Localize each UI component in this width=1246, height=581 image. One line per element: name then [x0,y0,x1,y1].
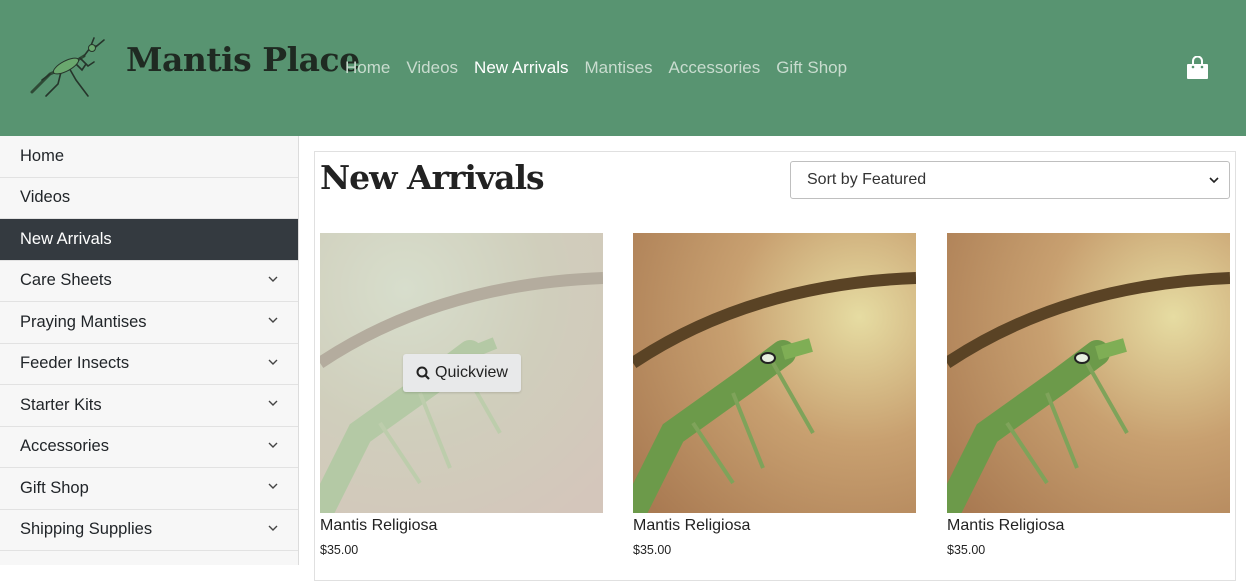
sidebar-item-label: Care Sheets [20,271,112,290]
sidebar-item-label: Starter Kits [20,395,102,414]
sidebar-item-label: Videos [20,188,71,207]
sort-select[interactable]: Sort by Featured [790,161,1230,199]
chevron-down-icon [268,442,278,448]
sidebar-item-praying-mantises[interactable]: Praying Mantises [0,302,298,344]
chevron-down-icon [268,483,278,490]
nav-videos[interactable]: Videos [406,58,458,78]
chevron-down-icon [268,276,278,282]
shopping-bag-icon[interactable] [1186,56,1209,80]
product-card[interactable]: Mantis Religiosa $35.00 [633,233,916,557]
product-image[interactable] [633,233,916,513]
product-name[interactable]: Mantis Religiosa [320,517,603,535]
product-image[interactable]: Quickview [320,233,603,513]
sidebar-item-label: Shipping Supplies [20,520,153,539]
sidebar-item-gift-shop[interactable]: Gift Shop [0,468,298,510]
product-price: $35.00 [320,543,359,557]
sidebar-item-label: Accessories [20,437,109,456]
sidebar-item-care-sheets[interactable]: Care Sheets [0,260,298,302]
sidebar-item-new-arrivals[interactable]: New Arrivals [0,219,298,261]
brand-name[interactable]: Mantis Place [126,40,360,79]
sidebar-item-accessories[interactable]: Accessories [0,426,298,468]
chevron-down-icon [268,317,278,324]
mantis-logo-icon[interactable] [28,34,112,100]
sidebar-item-videos[interactable]: Videos [0,177,298,219]
category-sidebar: Home Videos New Arrivals Care Sheets Pra… [0,136,299,565]
mantis-photo-icon [633,233,916,513]
sidebar-item-label: New Arrivals [20,229,112,248]
chevron-down-icon [1209,177,1219,184]
quickview-button[interactable]: Quickview [403,354,521,392]
chevron-down-icon [268,400,278,407]
sidebar-item-label: Feeder Insects [20,354,130,373]
chevron-down-icon [268,525,278,531]
sort-select-value: Sort by Featured [807,171,927,188]
product-price: $35.00 [947,543,986,557]
product-card[interactable]: Mantis Religiosa $35.00 [947,233,1230,557]
sidebar-item-label: Home [20,146,65,165]
product-name[interactable]: Mantis Religiosa [633,517,916,535]
sidebar-item-label: Gift Shop [20,478,89,497]
site-header: Mantis Place Home Videos New Arrivals Ma… [0,0,1246,136]
nav-home[interactable]: Home [345,58,390,78]
nav-mantises[interactable]: Mantises [585,58,653,78]
product-card[interactable]: Quickview Mantis Religiosa $35.00 [320,233,603,557]
sidebar-item-home[interactable]: Home [0,136,298,178]
sidebar-item-label: Praying Mantises [20,312,147,331]
mantis-photo-icon [947,233,1230,513]
sidebar-item-feeder-insects[interactable]: Feeder Insects [0,343,298,385]
main-nav: Home Videos New Arrivals Mantises Access… [345,58,847,78]
chevron-down-icon [268,359,278,365]
product-name[interactable]: Mantis Religiosa [947,517,1230,535]
sidebar-item-shipping-supplies[interactable]: Shipping Supplies [0,509,298,551]
search-icon [416,366,430,380]
product-image[interactable] [947,233,1230,513]
nav-new-arrivals[interactable]: New Arrivals [474,58,568,78]
product-price: $35.00 [633,543,672,557]
quickview-label: Quickview [435,364,508,381]
nav-accessories[interactable]: Accessories [669,58,761,78]
sidebar-item-partial[interactable] [0,551,298,565]
sidebar-item-starter-kits[interactable]: Starter Kits [0,385,298,427]
nav-gift-shop[interactable]: Gift Shop [776,58,847,78]
page-title: New Arrivals [320,158,545,197]
